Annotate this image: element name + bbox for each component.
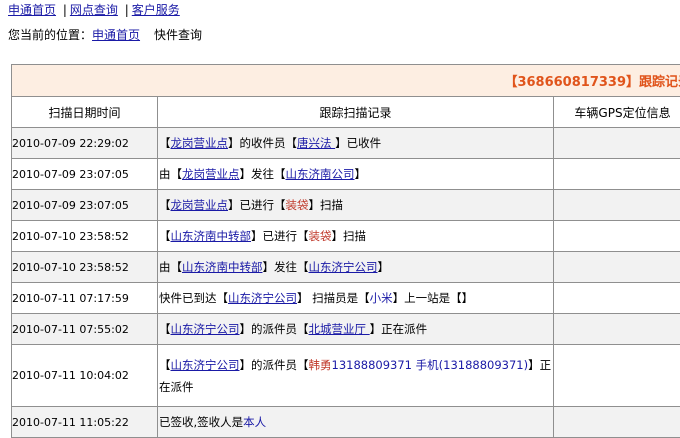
gps-info — [554, 407, 680, 438]
scan-record: 已签收,签收人是本人 — [158, 407, 554, 438]
location-link[interactable]: 北城营业厅 — [309, 322, 370, 336]
record-text: 已签收,签收人是 — [159, 415, 243, 429]
scan-datetime: 2010-07-10 23:58:52 — [12, 221, 158, 252]
table-row: 2010-07-09 23:07:05由【龙岗营业点】发往【山东济南公司】 — [12, 159, 680, 190]
record-text: 】上一站是【】 — [393, 291, 474, 305]
record-text: 快件已到达【 — [159, 291, 228, 305]
gps-info — [554, 314, 680, 345]
scan-record: 【山东济宁公司】的派件员【韩勇13188809371 手机(1318880937… — [158, 345, 554, 407]
record-text: 】发往【 — [240, 167, 286, 181]
record-text: 】扫描 — [332, 229, 367, 243]
header-scan-record: 跟踪扫描记录 — [158, 97, 554, 128]
record-text: 【 — [159, 358, 171, 372]
header-gps-info: 车辆GPS定位信息 — [554, 97, 680, 128]
scan-record: 【龙岗营业点】的收件员【唐兴法 】已收件 — [158, 128, 554, 159]
scan-record: 由【山东济南中转部】发往【山东济宁公司】 — [158, 252, 554, 283]
highlight-text: 13188809371 手机(13188809371) — [332, 358, 529, 372]
gps-info — [554, 252, 680, 283]
location-link[interactable]: 山东济宁公司 — [309, 260, 378, 274]
nav-separator: | — [125, 3, 129, 17]
gps-info — [554, 159, 680, 190]
highlight-text: 韩勇 — [309, 358, 332, 372]
record-text: 】 — [355, 167, 367, 181]
location-link[interactable]: 山东济南中转部 — [171, 229, 252, 243]
nav-service-link[interactable]: 客户服务 — [132, 3, 180, 17]
table-row: 2010-07-09 23:07:05【龙岗营业点】已进行【装袋】扫描 — [12, 190, 680, 221]
tracking-title-row: 【368660817339】跟踪记录 — [12, 65, 680, 97]
scan-record: 【山东济宁公司】的派件员【北城营业厅 】正在派件 — [158, 314, 554, 345]
gps-info — [554, 128, 680, 159]
table-row: 2010-07-11 11:05:22已签收,签收人是本人 — [12, 407, 680, 438]
location-link[interactable]: 山东济宁公司 — [171, 322, 240, 336]
table-header-row: 扫描日期时间 跟踪扫描记录 车辆GPS定位信息 — [12, 97, 680, 128]
scan-datetime: 2010-07-11 07:17:59 — [12, 283, 158, 314]
record-text: 】的派件员【 — [240, 322, 309, 336]
breadcrumb-prefix: 您当前的位置： — [8, 28, 92, 42]
record-text: 】 — [378, 260, 390, 274]
highlight-text: 小米 — [370, 291, 393, 305]
location-link[interactable]: 唐兴法 — [297, 136, 335, 150]
gps-info — [554, 345, 680, 407]
header-scan-time: 扫描日期时间 — [12, 97, 158, 128]
location-link[interactable]: 山东济南公司 — [286, 167, 355, 181]
record-text: 由【 — [159, 167, 182, 181]
record-text: 】 扫描员是【 — [297, 291, 370, 305]
location-link[interactable]: 龙岗营业点 — [182, 167, 240, 181]
scan-datetime: 2010-07-10 23:58:52 — [12, 252, 158, 283]
record-text: 【 — [159, 229, 171, 243]
gps-info — [554, 283, 680, 314]
breadcrumb-home-link[interactable]: 申通首页 — [92, 28, 140, 42]
record-text: 由【 — [159, 260, 182, 274]
highlight-text: 装袋 — [286, 198, 309, 212]
record-text: 【 — [159, 136, 171, 150]
table-row: 2010-07-11 07:17:59快件已到达【山东济宁公司】 扫描员是【小米… — [12, 283, 680, 314]
scan-datetime: 2010-07-11 11:05:22 — [12, 407, 158, 438]
highlight-text: 本人 — [243, 415, 266, 429]
scan-record: 快件已到达【山东济宁公司】 扫描员是【小米】上一站是【】 — [158, 283, 554, 314]
record-text: 】已收件 — [335, 136, 381, 150]
record-text: 【 — [159, 198, 171, 212]
table-row: 2010-07-11 10:04:02【山东济宁公司】的派件员【韩勇131888… — [12, 345, 680, 407]
record-text: 【 — [159, 322, 171, 336]
scan-datetime: 2010-07-09 23:07:05 — [12, 190, 158, 221]
nav-home-link[interactable]: 申通首页 — [8, 3, 56, 17]
nav-outlet-link[interactable]: 网点查询 — [70, 3, 118, 17]
table-row: 2010-07-10 23:58:52由【山东济南中转部】发往【山东济宁公司】 — [12, 252, 680, 283]
location-link[interactable]: 龙岗营业点 — [171, 198, 229, 212]
table-row: 2010-07-11 07:55:02【山东济宁公司】的派件员【北城营业厅 】正… — [12, 314, 680, 345]
location-link[interactable]: 山东济宁公司 — [171, 358, 240, 372]
nav-separator: | — [63, 3, 67, 17]
location-link[interactable]: 龙岗营业点 — [171, 136, 229, 150]
scan-datetime: 2010-07-11 07:55:02 — [12, 314, 158, 345]
record-text: 】正在派件 — [370, 322, 428, 336]
scan-datetime: 2010-07-09 23:07:05 — [12, 159, 158, 190]
tracking-title: 【368660817339】跟踪记录 — [12, 65, 680, 97]
highlight-text: 装袋 — [309, 229, 332, 243]
record-text: 】已进行【 — [251, 229, 309, 243]
scan-record: 【山东济南中转部】已进行【装袋】扫描 — [158, 221, 554, 252]
record-text: 】扫描 — [309, 198, 344, 212]
breadcrumb-current: 快件查询 — [154, 28, 202, 42]
record-text: 】的收件员【 — [228, 136, 297, 150]
tracking-rows: 2010-07-09 22:29:02【龙岗营业点】的收件员【唐兴法 】已收件2… — [12, 128, 680, 438]
table-row: 2010-07-10 23:58:52【山东济南中转部】已进行【装袋】扫描 — [12, 221, 680, 252]
location-link[interactable]: 山东济宁公司 — [228, 291, 297, 305]
record-text: 】的派件员【 — [240, 358, 309, 372]
scan-datetime: 2010-07-11 10:04:02 — [12, 345, 158, 407]
scan-record: 【龙岗营业点】已进行【装袋】扫描 — [158, 190, 554, 221]
breadcrumb: 您当前的位置：申通首页快件查询 — [8, 26, 202, 43]
tracking-table: 【368660817339】跟踪记录 扫描日期时间 跟踪扫描记录 车辆GPS定位… — [11, 64, 680, 438]
gps-info — [554, 221, 680, 252]
record-text: 】发往【 — [263, 260, 309, 274]
gps-info — [554, 190, 680, 221]
table-row: 2010-07-09 22:29:02【龙岗营业点】的收件员【唐兴法 】已收件 — [12, 128, 680, 159]
top-nav: 申通首页 |网点查询 |客户服务 — [8, 1, 180, 18]
scan-datetime: 2010-07-09 22:29:02 — [12, 128, 158, 159]
location-link[interactable]: 山东济南中转部 — [182, 260, 263, 274]
scan-record: 由【龙岗营业点】发往【山东济南公司】 — [158, 159, 554, 190]
record-text: 】已进行【 — [228, 198, 286, 212]
